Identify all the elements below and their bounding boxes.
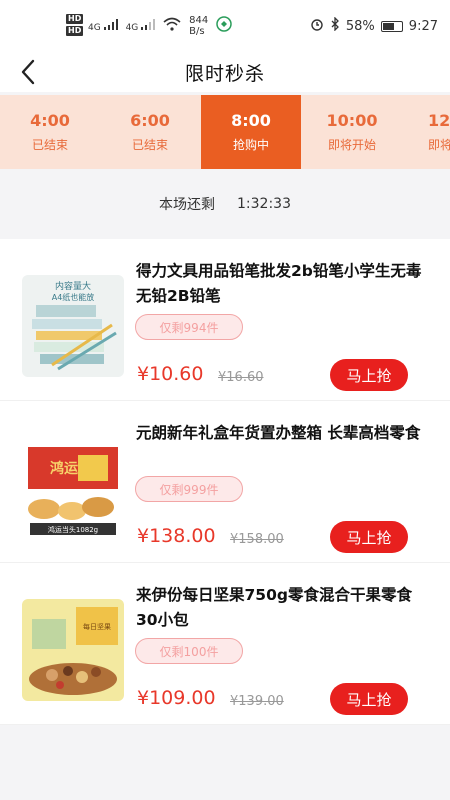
buy-now-button[interactable]: 马上抢 — [330, 683, 408, 715]
stock-badge: 仅剩999件 — [135, 476, 243, 502]
product-image: 鸿运 鸿运当头1082g — [22, 437, 124, 539]
hd-badge: HD — [66, 26, 84, 36]
tab-10-00[interactable]: 10:00 即将开始 — [302, 95, 402, 169]
product-name[interactable]: 元朗新年礼盒年货置办整箱 长辈高档零食 — [136, 421, 430, 446]
tab-time: 10:00 — [326, 111, 378, 130]
image-text: A4纸也能放 — [52, 292, 95, 302]
image-text: 内容量大 — [55, 280, 91, 292]
tab-time: 8:00 — [231, 111, 271, 130]
tab-8-00[interactable]: 8:00 抢购中 — [201, 95, 301, 169]
clock: 9:27 — [408, 18, 438, 34]
image-text: 每日坚果 — [83, 622, 111, 631]
tab-status: 即将开始 — [428, 138, 450, 152]
product-name[interactable]: 来伊份每日坚果750g零食混合干果零食30小包 — [136, 583, 430, 633]
sale-price: ¥109.00 — [137, 687, 216, 709]
chevron-left-icon — [21, 59, 35, 85]
image-text: 鸿运 — [50, 460, 78, 477]
signal-icon: 4G — [126, 19, 156, 33]
stock-badge: 仅剩994件 — [135, 314, 243, 340]
list-item[interactable]: 鸿运 鸿运当头1082g 元朗新年礼盒年货置办整箱 长辈高档零食 仅剩999件 … — [0, 401, 450, 563]
page-title: 限时秒杀 — [184, 62, 265, 85]
network-speed: 844 B/s — [189, 15, 209, 37]
product-name[interactable]: 得力文具用品铅笔批发2b铅笔小学生无毒无铅2B铅笔 — [136, 259, 430, 309]
tab-status: 即将开始 — [327, 138, 376, 152]
stock-badge: 仅剩100件 — [135, 638, 243, 664]
signal-icon: 4G — [88, 19, 118, 33]
sale-price: ¥138.00 — [137, 525, 216, 547]
product-image: 每日坚果 — [22, 599, 124, 701]
original-price: ¥158.00 — [230, 532, 284, 547]
countdown-label: 本场还剩 — [159, 197, 215, 213]
tab-status: 已结束 — [31, 138, 68, 152]
bluetooth-icon — [330, 16, 340, 35]
hd-badge: HD — [66, 14, 84, 24]
battery-percent: 58% — [345, 18, 375, 34]
tab-time: 4:00 — [30, 111, 70, 130]
buy-now-button[interactable]: 马上抢 — [330, 521, 408, 553]
list-item[interactable]: 每日坚果 来伊份每日坚果750g零食混合干果零食30小包 仅剩100件 ¥109… — [0, 563, 450, 725]
session-countdown: 本场还剩 1:32:33 — [0, 169, 450, 239]
battery-icon — [380, 20, 403, 32]
original-price: ¥139.00 — [230, 694, 284, 709]
time-slot-tabs: 4:00 已结束 6:00 已结束 8:00 抢购中 10:00 即将开始 12… — [0, 95, 450, 169]
alarm-icon — [310, 17, 324, 35]
tab-4-00[interactable]: 4:00 已结束 — [0, 95, 100, 169]
original-price: ¥16.60 — [218, 370, 264, 385]
list-item[interactable]: 内容量大 A4纸也能放 得力文具用品铅笔批发2b铅笔小学生无毒无铅2B铅笔 仅剩… — [0, 239, 450, 401]
tab-status: 已结束 — [131, 138, 168, 152]
tab-time: 12:00 — [428, 111, 450, 130]
sale-price: ¥10.60 — [137, 363, 204, 385]
tab-12-00[interactable]: 12:00 即将开始 — [402, 95, 450, 169]
countdown-value: 1:32:33 — [237, 196, 291, 212]
status-bar: HD HD 4G 4G 844 B/s 58% 9:27 — [0, 0, 450, 52]
product-image: 内容量大 A4纸也能放 — [22, 275, 124, 377]
tab-status: 抢购中 — [232, 138, 269, 152]
image-text: 鸿运当头1082g — [48, 525, 98, 534]
buy-now-button[interactable]: 马上抢 — [330, 359, 408, 391]
hd-indicators: HD HD — [66, 14, 84, 36]
tab-6-00[interactable]: 6:00 已结束 — [100, 95, 200, 169]
app-notification-icon — [216, 16, 232, 36]
tab-time: 6:00 — [130, 111, 170, 130]
back-button[interactable] — [14, 58, 42, 86]
nav-bar: 限时秒杀 — [0, 52, 450, 92]
wifi-icon — [163, 17, 181, 35]
product-list: 内容量大 A4纸也能放 得力文具用品铅笔批发2b铅笔小学生无毒无铅2B铅笔 仅剩… — [0, 239, 450, 725]
